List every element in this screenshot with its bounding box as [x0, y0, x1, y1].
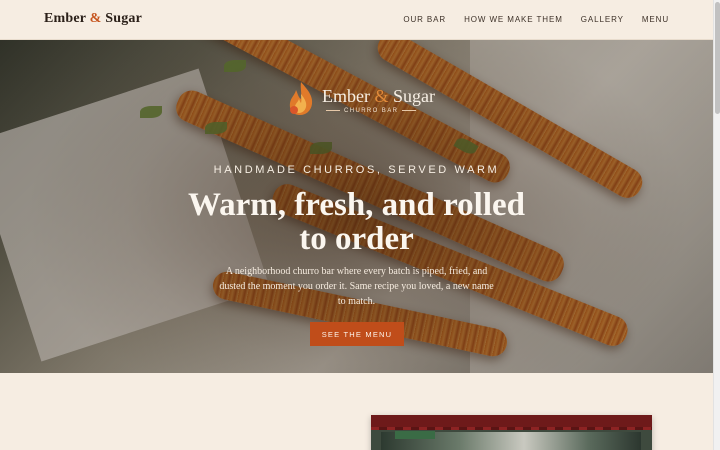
flame-logo-icon [289, 82, 313, 115]
see-menu-button[interactable]: See the Menu [310, 322, 404, 346]
hero-lede: A neighborhood churro bar where every ba… [219, 266, 494, 307]
nav-our-bar[interactable]: Our Bar [403, 15, 446, 24]
site-header: Ember & Sugar Our Bar How We Make Them G… [0, 0, 713, 40]
hero-logo-subtitle: CHURRO BAR [322, 108, 420, 114]
hero-headline: Warm, fresh, and rolled to order [187, 187, 526, 257]
nav-menu[interactable]: Menu [642, 15, 669, 24]
storefront-awning-edge [371, 427, 652, 430]
hero-logo: Ember & Sugar CHURRO BAR [286, 78, 456, 122]
hero-eyebrow: Handmade churros, served warm [213, 164, 500, 176]
nav-how-we-make-them[interactable]: How We Make Them [464, 15, 563, 24]
brand-name: Ember [44, 11, 86, 26]
hero-section: Ember & Sugar CHURRO BAR Handmade churro… [0, 40, 713, 373]
nav-gallery[interactable]: Gallery [581, 15, 624, 24]
hero-logo-name: Ember & Sugar [322, 86, 435, 107]
hero-logo-name-2: Sugar [393, 86, 435, 106]
storefront-awning [371, 415, 652, 427]
scrollbar-thumb[interactable] [715, 2, 720, 114]
hero-logo-name-1: Ember [322, 86, 370, 106]
storefront-photo [371, 415, 652, 450]
main-nav: Our Bar How We Make Them Gallery Menu [403, 15, 669, 24]
brand-ampersand: & [89, 11, 102, 26]
storefront-sign [395, 431, 435, 439]
brand-logo[interactable]: Ember & Sugar [44, 11, 142, 27]
brand-name-2: Sugar [105, 11, 143, 26]
hero-logo-ampersand: & [374, 86, 389, 106]
page-scrollbar[interactable] [713, 0, 720, 450]
